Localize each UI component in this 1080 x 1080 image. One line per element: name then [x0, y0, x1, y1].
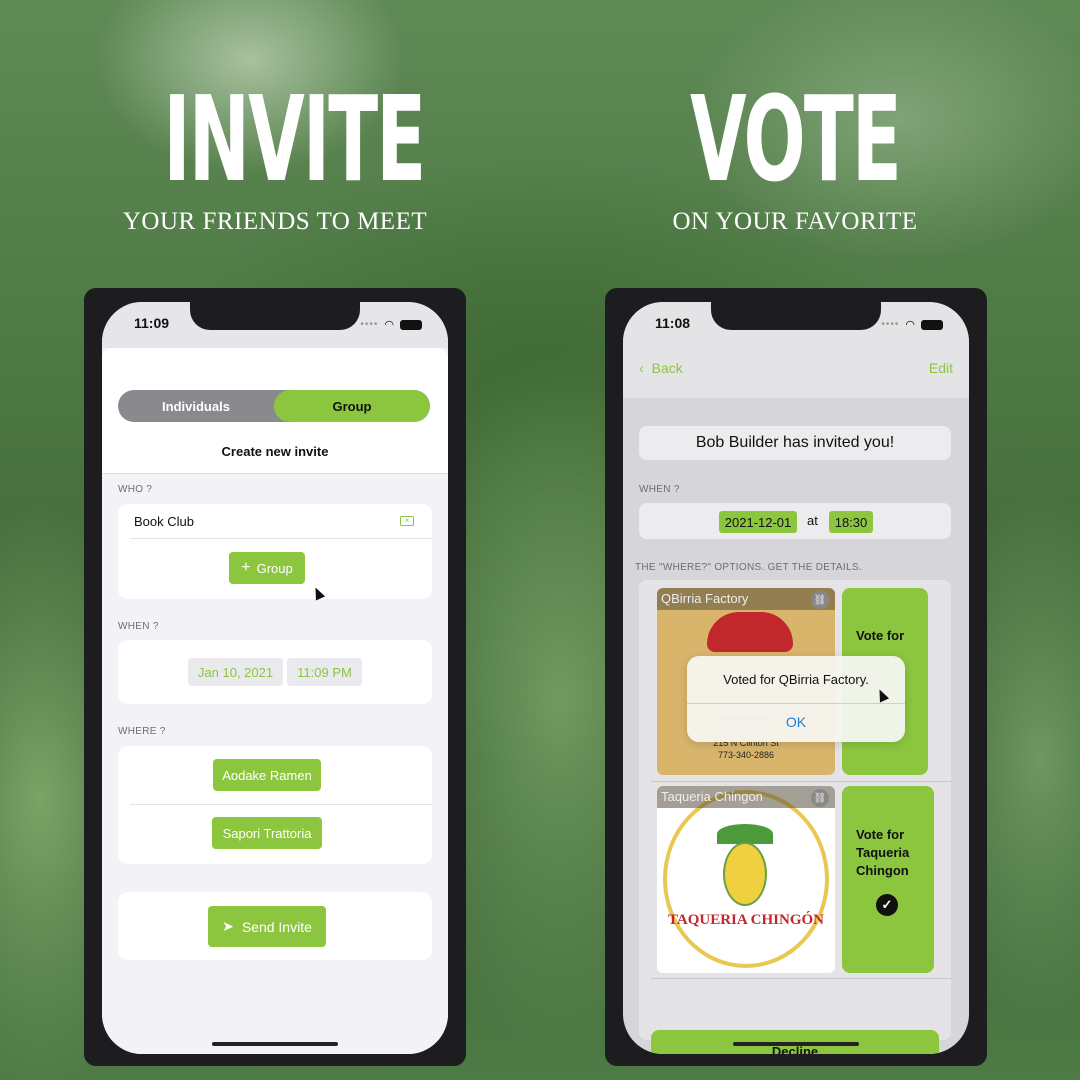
send-invite-label: Send Invite [241, 918, 312, 935]
pineapple-icon [723, 842, 767, 906]
vote-alert: Voted for QBirria Factory. OK [687, 656, 905, 742]
logo-text: TAQUERIA CHINGÓN [668, 912, 824, 928]
add-group-button[interactable]: + Group [229, 552, 305, 584]
alert-ok-button[interactable]: OK [687, 714, 905, 730]
when-card: Jan 10, 2021 11:09 PM [118, 640, 432, 704]
place-button-1[interactable]: Aodake Ramen [213, 759, 321, 791]
at-label: at [807, 513, 818, 528]
invite-subheading: YOUR FRIENDS TO MEET [122, 208, 428, 235]
who-label: WHO ? [118, 484, 153, 495]
segment-control: Individuals Group [118, 390, 430, 422]
status-time: 11:09 [134, 315, 170, 331]
vote-label: Vote for [856, 628, 905, 643]
battery-icon [921, 319, 943, 330]
back-button[interactable]: ‹ Back [639, 360, 683, 376]
add-group-label: Group [256, 560, 293, 576]
battery-icon [400, 319, 422, 330]
alert-message: Voted for QBirria Factory. [723, 672, 869, 687]
taqueria-logo: TAQUERIA CHINGÓN [663, 790, 829, 968]
send-invite-button[interactable]: ➤ Send Invite [208, 906, 326, 947]
signal-icon: •••• [881, 319, 900, 330]
vote-label: Vote for Taqueria Chingon [856, 827, 910, 878]
option-image-taqueria[interactable]: Taqueria Chingon ⛓ TAQUERIA CHINGÓN [657, 786, 835, 973]
invite-phone: 11:09 •••• ◠ Individuals Group Create new… [84, 288, 466, 1066]
time-picker[interactable]: 11:09 PM [287, 658, 362, 686]
vote-button-taqueria[interactable]: Vote for Taqueria Chingon ✓ [842, 786, 934, 973]
edit-button[interactable]: Edit [929, 360, 953, 376]
vote-screen: 11:08 •••• ◠ ‹ Back Edit Bob Builder has i… [623, 302, 969, 1054]
notch [190, 302, 360, 330]
option-title: Taqueria Chingon [657, 786, 835, 808]
link-icon[interactable]: ⛓ [811, 789, 829, 807]
when-label: WHEN ? [118, 621, 159, 632]
who-card: Book Club × + Group [118, 504, 432, 599]
place-button-2[interactable]: Sapori Trattoria [212, 817, 322, 849]
date-value[interactable]: 2021-12-01 [719, 511, 797, 533]
wifi-icon: ◠ [384, 319, 394, 331]
chevron-left-icon: ‹ [639, 360, 644, 376]
send-icon: ➤ [222, 918, 234, 934]
options-list: QBirria Factory ⛓ @qbirriafactory 215 N … [639, 580, 951, 1040]
link-icon[interactable]: ⛓ [811, 591, 829, 609]
vote-subheading: ON YOUR FAVORITE [672, 208, 918, 235]
who-field[interactable]: Book Club [134, 514, 194, 529]
where-card: Aodake Ramen Sapori Trattoria [118, 746, 432, 864]
home-indicator [212, 1042, 338, 1046]
nav-bar: ‹ Back Edit [623, 348, 969, 398]
invited-banner: Bob Builder has invited you! [639, 426, 951, 460]
send-card: ➤ Send Invite [118, 892, 432, 960]
wifi-icon: ◠ [905, 319, 915, 331]
signal-icon: •••• [360, 319, 379, 330]
phone-text: 773-340-2886 [717, 750, 775, 760]
date-picker[interactable]: Jan 10, 2021 [188, 658, 283, 686]
home-indicator [733, 1042, 859, 1046]
time-value[interactable]: 18:30 [829, 511, 873, 533]
segment-group[interactable]: Group [274, 390, 430, 422]
back-label: Back [651, 360, 683, 376]
checkmark-icon: ✓ [876, 894, 898, 916]
when-row: 2021-12-01 at 18:30 [639, 503, 951, 539]
vote-phone: 11:08 •••• ◠ ‹ Back Edit Bob Builder has i… [605, 288, 987, 1066]
vote-heading: VOTE [690, 70, 902, 208]
pineapple-leaves [717, 824, 773, 844]
option-title: QBirria Factory [657, 588, 835, 610]
clear-icon[interactable]: × [400, 516, 414, 526]
plus-icon: + [241, 559, 251, 576]
options-label: THE "WHERE?" OPTIONS. GET THE DETAILS. [635, 562, 862, 573]
taco-logo [707, 612, 793, 652]
status-time: 11:08 [655, 315, 691, 331]
invite-screen: 11:09 •••• ◠ Individuals Group Create new… [102, 302, 448, 1054]
invite-heading: INVITE [163, 70, 426, 208]
where-label: WHERE ? [118, 726, 166, 737]
sheet-title: Create new invite [221, 444, 329, 459]
segment-individuals[interactable]: Individuals [118, 390, 274, 422]
invite-sheet: Individuals Group Create new invite WHO … [102, 348, 448, 1054]
notch [711, 302, 881, 330]
when-label: WHEN ? [639, 484, 680, 495]
